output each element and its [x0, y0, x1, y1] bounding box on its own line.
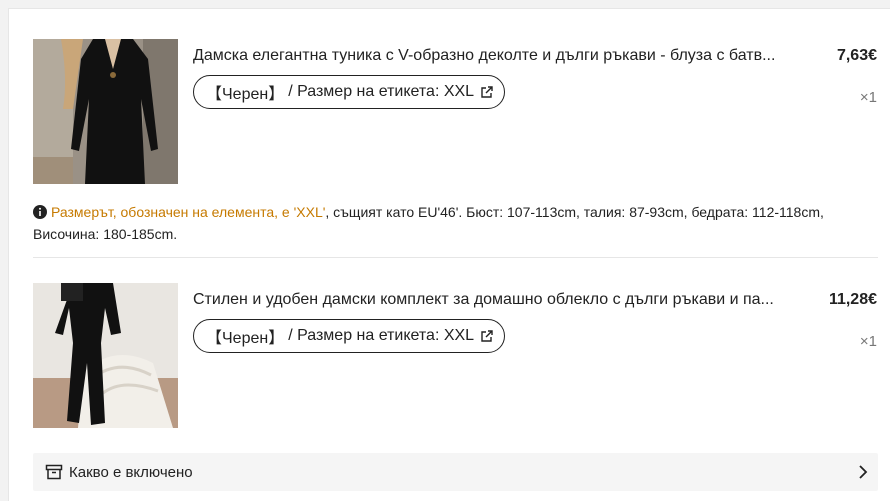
product-price: 7,63€: [836, 47, 877, 64]
variant-selector[interactable]: 【Черен】 / Размер на етикета: XXL: [193, 319, 506, 353]
product-title[interactable]: Стилен и удобен дамски комплект за домаш…: [193, 289, 833, 311]
size-note-highlight: Размерът, обозначен на елемента, е 'XXL': [51, 204, 326, 220]
divider: [33, 257, 878, 258]
variant-color: 【Черен】: [206, 330, 285, 347]
quantity-label: ×1: [859, 89, 877, 106]
size-info-note: Размерът, обозначен на елемента, е 'XXL'…: [33, 201, 878, 245]
product-image-tunic: [33, 39, 178, 184]
product-title[interactable]: Дамска елегантна туника с V-образно деко…: [193, 45, 833, 67]
info-icon: [33, 203, 47, 219]
external-edit-icon: [480, 329, 494, 343]
order-item: Стилен и удобен дамски комплект за домаш…: [9, 283, 890, 433]
quantity-label: ×1: [859, 333, 877, 350]
variant-selector[interactable]: 【Черен】 / Размер на етикета: XXL: [193, 75, 506, 109]
order-item: Дамска елегантна туника с V-образно деко…: [9, 39, 890, 189]
whats-included-label: Какво е включено: [69, 463, 193, 481]
variant-size: / Размер на етикета: XXL: [288, 327, 475, 344]
variant-size: / Размер на етикета: XXL: [288, 83, 475, 100]
whats-included-row[interactable]: Какво е включено: [33, 453, 878, 491]
external-edit-icon: [480, 85, 494, 99]
archive-box-icon: [45, 463, 63, 481]
product-image-lounge-set: [33, 283, 178, 428]
product-price: 11,28€: [828, 291, 877, 308]
product-image[interactable]: [33, 283, 178, 428]
product-image[interactable]: [33, 39, 178, 184]
chevron-right-icon: [858, 464, 868, 480]
variant-color: 【Черен】: [206, 86, 285, 103]
order-items-card: Дамска елегантна туника с V-образно деко…: [8, 8, 890, 501]
